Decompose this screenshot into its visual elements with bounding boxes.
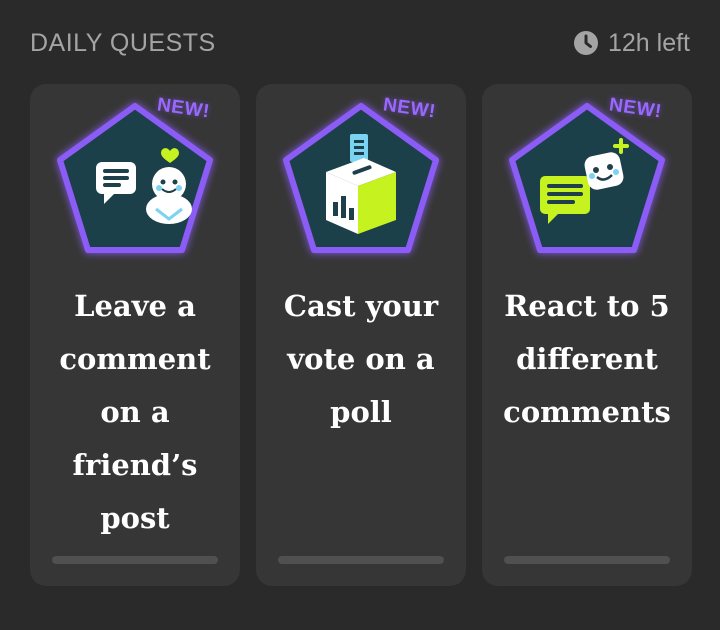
quest-card[interactable]: NEW! React to 5 different comments [482,84,692,586]
quest-cards: NEW! Leave a comment on a friend’s post [30,84,692,586]
quest-progress-bar [52,556,218,564]
quest-badge [509,103,665,253]
quest-label: React to 5 different comments [503,289,671,429]
quest-label: Cast your vote on a poll [283,289,439,429]
quest-progress-bar [504,556,670,564]
clock-icon [573,31,598,55]
section-title: DAILY QUESTS [30,28,216,57]
time-left: 12h left [573,29,690,58]
quest-badge [283,103,439,253]
quest-badge [57,103,213,253]
quest-card[interactable]: NEW! Cast your vote on a poll [256,84,466,586]
quest-card[interactable]: NEW! Leave a comment on a friend’s post [30,84,240,586]
quests-header: DAILY QUESTS 12h left [30,26,690,60]
time-left-label: 12h left [607,28,690,57]
quest-label: Leave a comment on a friend’s post [59,289,211,535]
quest-progress-bar [278,556,444,564]
